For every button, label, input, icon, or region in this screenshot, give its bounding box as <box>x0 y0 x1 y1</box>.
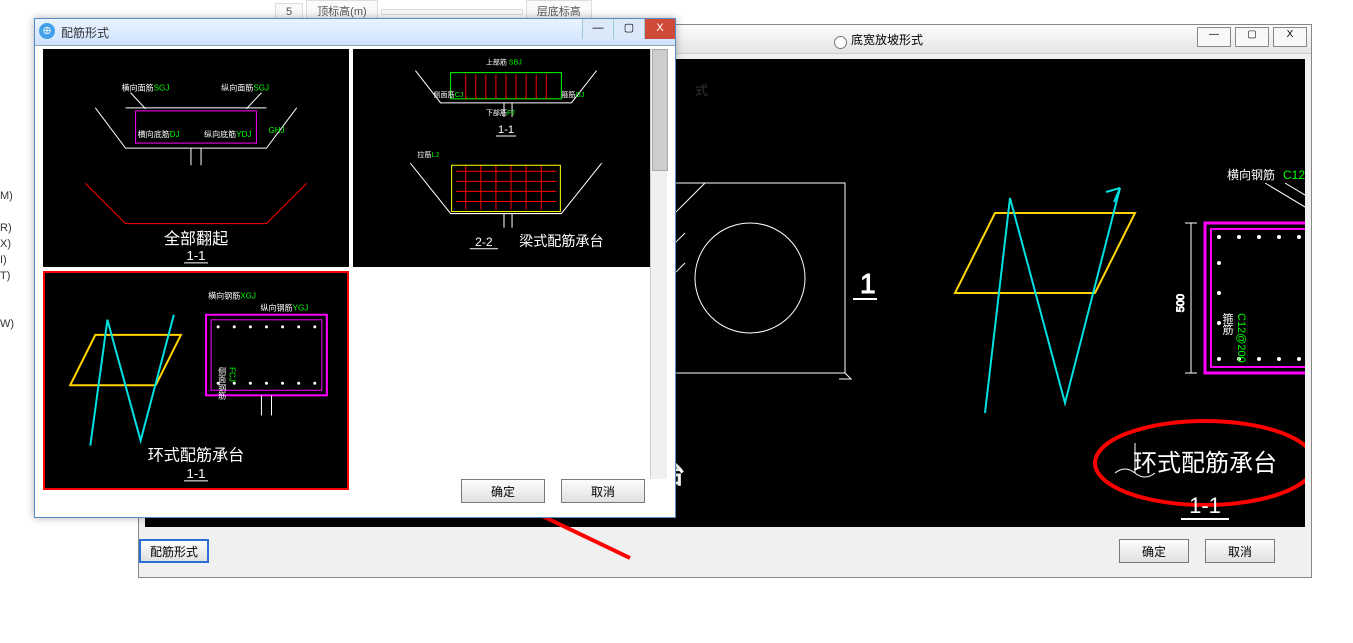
svg-text:横向钢筋XGJ: 横向钢筋XGJ <box>208 291 256 301</box>
maximize-button[interactable]: ▢ <box>1235 27 1269 47</box>
dialog-body: 横向面筋SGJ 纵向面筋SGJ 横向底筋DJ 纵向底筋YDJ GHJ 全部翻起 … <box>43 49 667 479</box>
svg-text:环式配筋承台: 环式配筋承台 <box>148 447 245 465</box>
dialog-maximize-button[interactable]: ▢ <box>613 19 644 39</box>
thumb-ring-style[interactable]: 横向钢筋XGJ 纵向钢筋YGJ 侧面钢筋 FCJ 环式配筋承台 1-1 <box>43 271 349 489</box>
svg-text:拉筋LJ: 拉筋LJ <box>417 150 439 159</box>
app-icon: ⊕ <box>39 23 55 39</box>
svg-text:GHJ: GHJ <box>268 126 284 135</box>
parent-window-buttons: — ▢ X <box>1197 27 1307 47</box>
svg-text:箍筋: 箍筋 <box>1221 312 1234 336</box>
minimize-button[interactable]: — <box>1197 27 1231 47</box>
left-fragments: M) R)X) I)T) W) <box>0 190 14 334</box>
dialog-bottom-bar: 确定 取消 <box>35 479 675 509</box>
svg-text:1-1: 1-1 <box>1189 493 1221 518</box>
thumb-scrollbar[interactable] <box>650 49 667 479</box>
svg-text:FCJ: FCJ <box>228 367 237 382</box>
svg-text:横向钢筋: 横向钢筋 <box>1227 167 1275 182</box>
svg-text:环式配筋承台: 环式配筋承台 <box>1133 450 1277 477</box>
dialog-titlebar[interactable]: ⊕ 配筋形式 — ▢ X <box>35 19 675 46</box>
svg-text:下部筋FJ: 下部筋FJ <box>486 108 515 117</box>
svg-text:2-2: 2-2 <box>475 235 493 249</box>
svg-text:纵向面筋SGJ: 纵向面筋SGJ <box>221 83 269 93</box>
close-button[interactable]: X <box>1273 27 1307 47</box>
rebar-form-dialog: ⊕ 配筋形式 — ▢ X <box>34 18 676 518</box>
svg-text:式: 式 <box>695 83 708 98</box>
svg-text:1-1: 1-1 <box>187 248 206 263</box>
thumb-beam-style[interactable]: 1-1 上部筋 SBJ 侧面筋CJ 箍筋GJ 下部筋FJ <box>353 49 659 267</box>
svg-text:纵向钢筋YGJ: 纵向钢筋YGJ <box>260 303 308 313</box>
dialog-minimize-button[interactable]: — <box>582 19 613 39</box>
svg-text:横向底筋DJ: 横向底筋DJ <box>138 129 180 139</box>
dialog-cancel-button[interactable]: 取消 <box>561 479 645 503</box>
svg-text:上部筋 SBJ: 上部筋 SBJ <box>486 58 522 67</box>
radio-slope-form[interactable]: 底宽放坡形式 <box>829 31 923 49</box>
rebar-form-button[interactable]: 配筋形式 <box>139 539 209 563</box>
top-table-fragment: 5 顶标高(m) 层底标高 <box>275 0 592 18</box>
svg-text:梁式配筋承台: 梁式配筋承台 <box>519 233 603 249</box>
svg-text:1-1: 1-1 <box>498 124 514 136</box>
svg-text:C12@200: C12@200 <box>1283 168 1305 182</box>
cancel-button[interactable]: 取消 <box>1205 539 1275 563</box>
svg-text:500: 500 <box>1175 294 1187 312</box>
dialog-window-buttons: — ▢ X <box>582 19 675 39</box>
radio-slope-input[interactable] <box>834 36 847 49</box>
parent-bottom-bar: 配筋形式 确定 取消 <box>139 533 1311 569</box>
svg-text:全部翻起: 全部翻起 <box>164 230 228 248</box>
thumb-all-turnup[interactable]: 横向面筋SGJ 纵向面筋SGJ 横向底筋DJ 纵向底筋YDJ GHJ 全部翻起 … <box>43 49 349 267</box>
dialog-ok-button[interactable]: 确定 <box>461 479 545 503</box>
col-spacer <box>381 9 523 15</box>
svg-text:纵向底筋YDJ: 纵向底筋YDJ <box>204 129 251 139</box>
scrollbar-thumb[interactable] <box>652 49 668 171</box>
svg-text:侧面筋CJ: 侧面筋CJ <box>434 90 464 99</box>
svg-text:C12@200: C12@200 <box>1235 313 1247 363</box>
dialog-title: 配筋形式 <box>61 24 109 41</box>
svg-text:侧面钢筋: 侧面钢筋 <box>218 367 227 401</box>
ok-button[interactable]: 确定 <box>1119 539 1189 563</box>
svg-text:1: 1 <box>860 268 876 299</box>
svg-text:箍筋GJ: 箍筋GJ <box>561 90 584 99</box>
dialog-close-button[interactable]: X <box>644 19 675 39</box>
svg-text:横向面筋SGJ: 横向面筋SGJ <box>122 83 170 93</box>
thumbnail-grid: 横向面筋SGJ 纵向面筋SGJ 横向底筋DJ 纵向底筋YDJ GHJ 全部翻起 … <box>43 49 659 479</box>
thumb-empty[interactable] <box>353 271 659 489</box>
